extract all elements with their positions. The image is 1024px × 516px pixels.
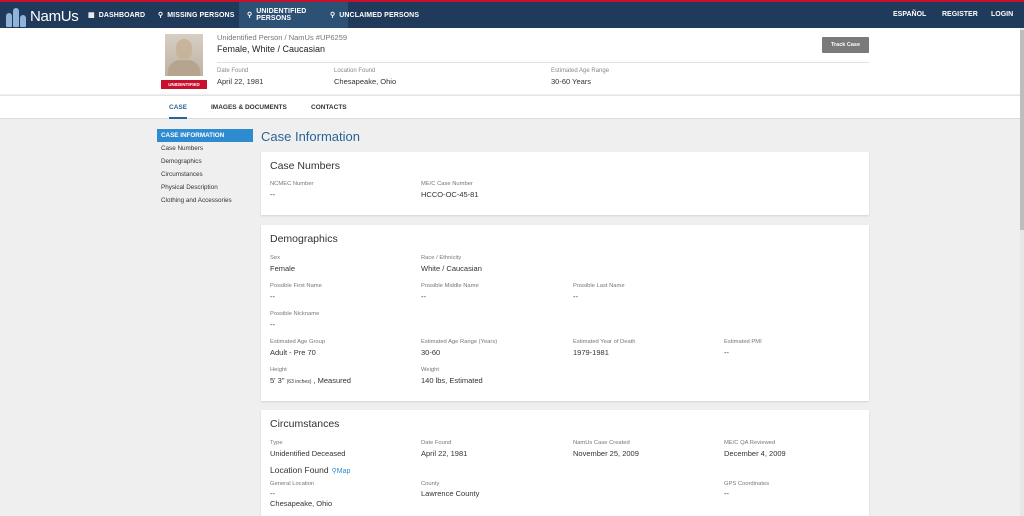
mec-case-value: HCCO-OC-45-81 bbox=[421, 190, 479, 199]
nav-espanol[interactable]: ESPAÑOL bbox=[893, 2, 926, 28]
nickname-value: -- bbox=[270, 320, 275, 329]
mec-case-label: ME/C Case Number bbox=[421, 181, 473, 187]
general-location-label: General Location bbox=[270, 481, 315, 487]
age-group-value: Adult - Pre 70 bbox=[270, 348, 316, 357]
gps-label: GPS Coordinates bbox=[724, 481, 770, 487]
map-link-label: Map bbox=[336, 468, 351, 475]
year-of-death-value: 1979-1981 bbox=[573, 348, 609, 357]
age-range-years-value: 30-60 bbox=[421, 348, 441, 357]
nickname-label: Possible Nickname bbox=[270, 311, 320, 317]
qa-reviewed-label: ME/C QA Reviewed bbox=[724, 440, 776, 446]
type-label: Type bbox=[270, 440, 283, 446]
last-name-value: -- bbox=[573, 292, 578, 301]
county-label: County bbox=[421, 481, 440, 487]
middle-name-value: -- bbox=[421, 292, 426, 301]
pmi-label: Estimated PMI bbox=[724, 339, 762, 345]
tab-contacts[interactable]: CONTACTS bbox=[311, 96, 347, 119]
page-title: Case Information bbox=[261, 129, 360, 144]
ncmec-label: NCMEC Number bbox=[270, 181, 314, 187]
height-main: 5' 3" bbox=[270, 376, 285, 385]
namus-logo[interactable]: NamUs bbox=[6, 5, 79, 27]
case-id: Unidentified Person / NamUs #UP6259 bbox=[217, 33, 348, 42]
qa-reviewed-value: December 4, 2009 bbox=[724, 449, 786, 458]
circ-date-found-value: April 22, 1981 bbox=[421, 449, 468, 458]
logo-text: NamUs bbox=[30, 7, 79, 25]
nav-unclaimed-label: UNCLAIMED PERSONS bbox=[339, 11, 420, 19]
first-name-value: -- bbox=[270, 292, 275, 301]
county-value: Lawrence County bbox=[421, 489, 480, 498]
age-range-value: 30-60 Years bbox=[551, 77, 592, 86]
nav-unclaimed-persons[interactable]: ⚲ UNCLAIMED PERSONS bbox=[322, 2, 427, 28]
nav-dashboard-label: DASHBOARD bbox=[98, 11, 146, 19]
middle-name-label: Possible Middle Name bbox=[421, 283, 479, 289]
sidebar-item-clothing-accessories[interactable]: Clothing and Accessories bbox=[157, 194, 253, 207]
location-found-heading-text: Location Found bbox=[270, 465, 329, 475]
demographics-card: Demographics Sex Female Race / Ethnicity… bbox=[261, 225, 869, 401]
nav-missing-label: MISSING PERSONS bbox=[167, 11, 235, 19]
sidebar-item-case-information[interactable]: CASE INFORMATION bbox=[157, 129, 253, 142]
top-navbar: NamUs ▦ DASHBOARD ⚲ MISSING PERSONS ⚲ UN… bbox=[0, 0, 1024, 28]
general-location-line1: -- bbox=[270, 489, 275, 498]
search-icon: ⚲ bbox=[330, 12, 336, 19]
circumstances-title: Circumstances bbox=[270, 418, 340, 430]
case-header: UNIDENTIFIED Unidentified Person / NamUs… bbox=[0, 28, 1024, 94]
status-badge: UNIDENTIFIED bbox=[161, 80, 207, 89]
age-group-label: Estimated Age Group bbox=[270, 339, 326, 345]
age-range-years-label: Estimated Age Range (Years) bbox=[421, 339, 498, 345]
race-label: Race / Ethnicity bbox=[421, 255, 462, 261]
sidebar-item-case-numbers[interactable]: Case Numbers bbox=[157, 142, 253, 155]
sidebar-item-circumstances[interactable]: Circumstances bbox=[157, 168, 253, 181]
location-found-value: Chesapeake, Ohio bbox=[334, 77, 397, 86]
search-icon: ⚲ bbox=[158, 12, 164, 19]
circ-date-found-label: Date Found bbox=[421, 440, 452, 446]
last-name-label: Possible Last Name bbox=[573, 283, 625, 289]
age-range-label: Estimated Age Range bbox=[551, 68, 610, 74]
track-case-button[interactable]: Track Case bbox=[822, 37, 869, 53]
date-found-label: Date Found bbox=[217, 68, 249, 74]
nav-missing-persons[interactable]: ⚲ MISSING PERSONS bbox=[150, 2, 242, 28]
search-icon: ⚲ bbox=[247, 12, 253, 19]
location-found-heading: Location Found ⚲Map bbox=[270, 465, 350, 475]
page-scrollbar-thumb[interactable] bbox=[1020, 30, 1024, 230]
case-photo[interactable] bbox=[165, 34, 203, 76]
weight-value: 140 lbs, Estimated bbox=[421, 376, 483, 385]
location-found-label: Location Found bbox=[334, 68, 376, 74]
date-found-value: April 22, 1981 bbox=[217, 77, 264, 86]
ncmec-value: -- bbox=[270, 190, 275, 199]
sex-value: Female bbox=[270, 264, 296, 273]
case-numbers-title: Case Numbers bbox=[270, 160, 341, 172]
weight-label: Weight bbox=[421, 367, 439, 373]
nav-register[interactable]: REGISTER bbox=[942, 2, 978, 28]
grid-icon: ▦ bbox=[88, 12, 95, 19]
case-title: Female, White / Caucasian bbox=[217, 44, 326, 54]
height-value: 5' 3" (63 inches) , Measured bbox=[270, 376, 351, 385]
tab-case[interactable]: CASE bbox=[169, 96, 188, 119]
type-value: Unidentified Deceased bbox=[270, 449, 346, 458]
circumstances-card: Circumstances Type Unidentified Deceased… bbox=[261, 410, 869, 516]
height-suffix: , Measured bbox=[313, 376, 351, 385]
tab-images-documents[interactable]: IMAGES & DOCUMENTS bbox=[211, 96, 287, 119]
nav-dashboard[interactable]: ▦ DASHBOARD bbox=[80, 2, 153, 28]
sidebar-item-demographics[interactable]: Demographics bbox=[157, 155, 253, 168]
map-link[interactable]: ⚲Map bbox=[332, 468, 351, 475]
general-location-line2: Chesapeake, Ohio bbox=[270, 499, 333, 508]
first-name-label: Possible First Name bbox=[270, 283, 322, 289]
header-divider bbox=[217, 62, 869, 63]
year-of-death-label: Estimated Year of Death bbox=[573, 339, 636, 345]
sex-label: Sex bbox=[270, 255, 280, 261]
pmi-value: -- bbox=[724, 348, 729, 357]
height-label: Height bbox=[270, 367, 287, 373]
case-sidebar: CASE INFORMATION Case Numbers Demographi… bbox=[157, 129, 253, 207]
case-tabs: CASE IMAGES & DOCUMENTS CONTACTS bbox=[0, 95, 1024, 119]
height-inches: (63 inches) bbox=[286, 379, 312, 385]
demographics-title: Demographics bbox=[270, 233, 338, 245]
nav-login[interactable]: LOGIN bbox=[991, 2, 1013, 28]
case-created-value: November 25, 2009 bbox=[573, 449, 639, 458]
race-value: White / Caucasian bbox=[421, 264, 482, 273]
sidebar-item-physical-description[interactable]: Physical Description bbox=[157, 181, 253, 194]
case-numbers-card: Case Numbers NCMEC Number -- ME/C Case N… bbox=[261, 152, 869, 215]
logo-figures-icon bbox=[6, 5, 27, 27]
gps-value: -- bbox=[724, 489, 729, 498]
case-created-label: NamUs Case Created bbox=[573, 440, 630, 446]
